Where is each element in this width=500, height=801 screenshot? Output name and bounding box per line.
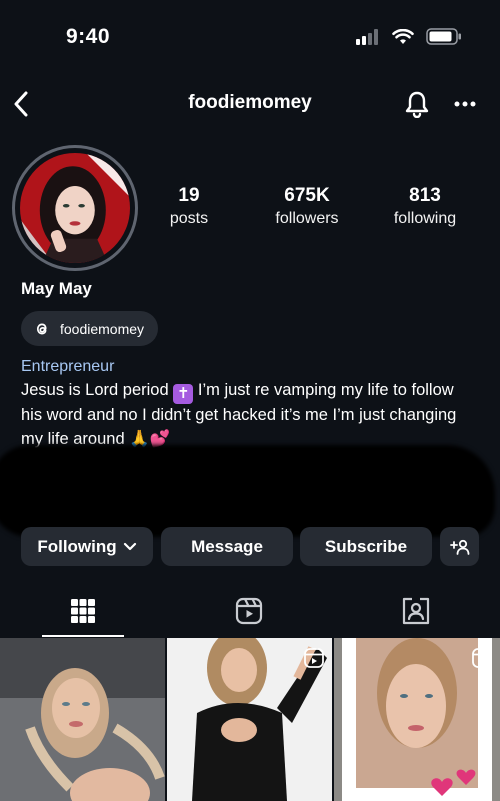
bell-icon <box>405 91 429 118</box>
more-horizontal-icon <box>454 101 476 107</box>
active-tab-indicator <box>42 635 124 637</box>
nav-bar: foodiemomey <box>0 82 500 126</box>
message-button-label: Message <box>191 536 263 556</box>
posts-label: posts <box>169 210 209 227</box>
status-time: 9:40 <box>66 25 111 48</box>
following-button-label: Following <box>37 536 117 556</box>
display-name: May May <box>21 279 92 298</box>
chevron-down-icon <box>123 542 136 550</box>
tab-reels[interactable] <box>166 583 332 638</box>
followers-count: 675K <box>284 185 330 206</box>
profile-tabs <box>0 583 500 638</box>
reel-indicator-icon <box>304 648 324 668</box>
suggest-people-button[interactable] <box>440 527 479 566</box>
status-icons <box>356 28 462 45</box>
following-count: 813 <box>409 185 441 206</box>
threads-link-chip[interactable]: foodiemomey <box>21 311 159 346</box>
post-thumbnail[interactable] <box>334 638 500 801</box>
status-bar: 9:40 <box>0 0 500 75</box>
reels-icon <box>235 597 263 624</box>
tab-tagged[interactable] <box>333 583 499 638</box>
add-person-icon <box>449 539 469 555</box>
post-thumbnail[interactable] <box>167 638 332 801</box>
threads-icon <box>36 323 47 334</box>
notifications-button[interactable] <box>403 88 431 120</box>
avatar-photo <box>20 153 130 263</box>
tab-grid[interactable] <box>0 583 166 638</box>
subscribe-button-label: Subscribe <box>324 536 408 556</box>
post-thumbnail[interactable] <box>0 638 165 801</box>
following-button[interactable]: Following <box>21 527 153 566</box>
latin-cross-emoji: ✝ <box>173 384 194 404</box>
redaction-overlay <box>0 445 495 537</box>
reel-indicator-icon <box>472 648 492 668</box>
followers-label: followers <box>275 210 339 227</box>
subscribe-button[interactable]: Subscribe <box>300 527 432 566</box>
profile-category: Entrepreneur <box>21 358 115 375</box>
posts-grid <box>0 638 500 801</box>
stat-following[interactable]: 813 following <box>370 185 480 228</box>
threads-handle: foodiemomey <box>60 320 145 337</box>
cellular-signal-icon <box>356 28 378 45</box>
message-button[interactable]: Message <box>161 527 293 566</box>
battery-icon <box>426 28 461 45</box>
bio-text-start: Jesus is Lord period <box>21 381 169 399</box>
grid-icon <box>71 598 95 623</box>
tagged-icon <box>402 597 430 624</box>
profile-bio: Jesus is Lord period ✝ I’m just re vampi… <box>21 379 471 451</box>
stat-followers[interactable]: 675K followers <box>252 185 362 228</box>
avatar[interactable] <box>12 145 138 271</box>
more-options-button[interactable] <box>451 88 479 120</box>
wifi-icon <box>392 28 414 44</box>
stat-posts[interactable]: 19 posts <box>134 185 244 228</box>
posts-count: 19 <box>178 185 200 206</box>
following-label: following <box>393 210 457 227</box>
